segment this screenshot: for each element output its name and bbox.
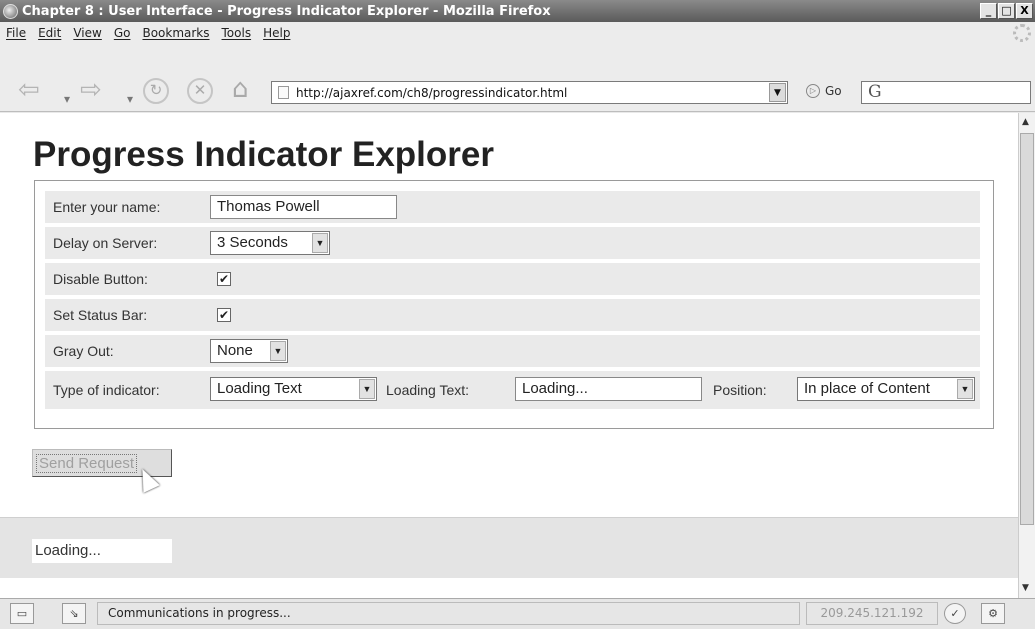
minimize-button[interactable]: _ bbox=[980, 3, 997, 19]
back-arrow-icon[interactable]: ⇦ bbox=[18, 77, 40, 103]
chevron-down-icon[interactable]: ▼ bbox=[769, 83, 786, 102]
throbber-icon bbox=[1013, 24, 1031, 42]
loading-text-label: Loading Text: bbox=[386, 382, 470, 398]
menu-edit[interactable]: Edit bbox=[34, 26, 69, 40]
position-label: Position: bbox=[713, 382, 767, 398]
forward-history-dropdown-icon[interactable]: ▾ bbox=[127, 86, 133, 112]
window-title: Chapter 8 : User Interface - Progress In… bbox=[22, 3, 551, 19]
form-row-grayout: Gray Out: None ▼ bbox=[45, 335, 980, 367]
menu-go[interactable]: Go bbox=[110, 26, 139, 40]
scroll-up-icon[interactable]: ▲ bbox=[1022, 117, 1029, 127]
form-row-delay: Delay on Server: 3 Seconds ▼ bbox=[45, 227, 980, 259]
gray-out-select[interactable]: None ▼ bbox=[210, 339, 288, 363]
name-input[interactable]: Thomas Powell bbox=[210, 195, 397, 219]
server-ip: 209.245.121.192 bbox=[806, 602, 938, 625]
go-button[interactable]: ▷ Go bbox=[806, 84, 842, 98]
loading-area: Loading... bbox=[0, 517, 1018, 578]
menu-bookmarks[interactable]: Bookmarks bbox=[138, 26, 217, 40]
home-icon[interactable]: ⌂ bbox=[232, 76, 249, 102]
reload-icon[interactable]: ↻ bbox=[143, 78, 169, 104]
menu-file[interactable]: File bbox=[2, 26, 34, 40]
page-title: Progress Indicator Explorer bbox=[33, 135, 494, 174]
loading-text-input[interactable]: Loading... bbox=[515, 377, 702, 401]
menu-view[interactable]: View bbox=[69, 26, 109, 40]
indicator-type-select-value: Loading Text bbox=[217, 380, 302, 397]
page-content: Progress Indicator Explorer Enter your n… bbox=[0, 113, 1018, 598]
navigation-toolbar: ⇦ ▾ ⇨ ▾ ↻ ✕ ⌂ http://ajaxref.com/ch8/pro… bbox=[0, 44, 1035, 112]
form-row-name: Enter your name: Thomas Powell bbox=[45, 191, 980, 223]
address-url: http://ajaxref.com/ch8/progressindicator… bbox=[296, 85, 568, 100]
status-bar-label: Set Status Bar: bbox=[53, 307, 148, 323]
send-request-label: Send Request bbox=[36, 453, 138, 473]
chevron-down-icon[interactable]: ▼ bbox=[270, 341, 286, 361]
close-button[interactable]: X bbox=[1016, 3, 1033, 19]
position-select[interactable]: In place of Content ▼ bbox=[797, 377, 975, 401]
vertical-scrollbar[interactable]: ▲ ▼ bbox=[1018, 113, 1035, 598]
search-input[interactable]: G bbox=[861, 81, 1031, 104]
scrollbar-thumb[interactable] bbox=[1020, 133, 1034, 525]
page-icon bbox=[278, 86, 289, 99]
indicator-type-label: Type of indicator: bbox=[53, 382, 160, 398]
activity-icon[interactable]: ⇘ bbox=[62, 603, 86, 624]
disable-button-label: Disable Button: bbox=[53, 271, 148, 287]
go-label: Go bbox=[825, 84, 842, 98]
window-title-bar: Chapter 8 : User Interface - Progress In… bbox=[0, 0, 1035, 22]
indicator-type-select[interactable]: Loading Text ▼ bbox=[210, 377, 377, 401]
loading-indicator-text: Loading... bbox=[32, 539, 172, 563]
settings-gear-icon[interactable]: ⚙ bbox=[981, 603, 1005, 624]
security-status-icon[interactable]: ✓ bbox=[944, 603, 966, 624]
gray-out-select-value: None bbox=[217, 342, 253, 359]
form-row-indicator: Type of indicator: Loading Text ▼ Loadin… bbox=[45, 371, 980, 409]
form-row-disable: Disable Button: ✔ bbox=[45, 263, 980, 295]
scroll-down-icon[interactable]: ▼ bbox=[1022, 583, 1029, 593]
stop-icon[interactable]: ✕ bbox=[187, 78, 213, 104]
status-bar: ▭ ⇘ Communications in progress... 209.24… bbox=[0, 598, 1035, 629]
chevron-down-icon[interactable]: ▼ bbox=[359, 379, 375, 399]
delay-select-value: 3 Seconds bbox=[217, 234, 288, 251]
position-select-value: In place of Content bbox=[804, 380, 930, 397]
settings-form: Enter your name: Thomas Powell Delay on … bbox=[34, 180, 994, 429]
status-message: Communications in progress... bbox=[97, 602, 800, 625]
menu-tools[interactable]: Tools bbox=[218, 26, 260, 40]
maximize-button[interactable]: □ bbox=[998, 3, 1015, 19]
menu-help[interactable]: Help bbox=[259, 26, 298, 40]
firefox-logo-icon bbox=[3, 3, 18, 19]
menu-bar: File Edit View Go Bookmarks Tools Help bbox=[0, 22, 1035, 44]
disable-button-checkbox[interactable]: ✔ bbox=[217, 272, 231, 286]
address-bar[interactable]: http://ajaxref.com/ch8/progressindicator… bbox=[271, 81, 788, 104]
window-controls: _ □ X bbox=[980, 3, 1033, 19]
delay-label: Delay on Server: bbox=[53, 235, 158, 251]
form-row-status: Set Status Bar: ✔ bbox=[45, 299, 980, 331]
google-search-icon: G bbox=[868, 82, 882, 102]
delay-select[interactable]: 3 Seconds ▼ bbox=[210, 231, 330, 255]
chevron-down-icon[interactable]: ▼ bbox=[312, 233, 328, 253]
gray-out-label: Gray Out: bbox=[53, 343, 114, 359]
status-bar-checkbox[interactable]: ✔ bbox=[217, 308, 231, 322]
go-icon: ▷ bbox=[806, 84, 820, 98]
forward-arrow-icon[interactable]: ⇨ bbox=[80, 77, 102, 103]
back-history-dropdown-icon[interactable]: ▾ bbox=[64, 86, 70, 112]
console-icon[interactable]: ▭ bbox=[10, 603, 34, 624]
chevron-down-icon[interactable]: ▼ bbox=[957, 379, 973, 399]
name-label: Enter your name: bbox=[53, 199, 161, 215]
